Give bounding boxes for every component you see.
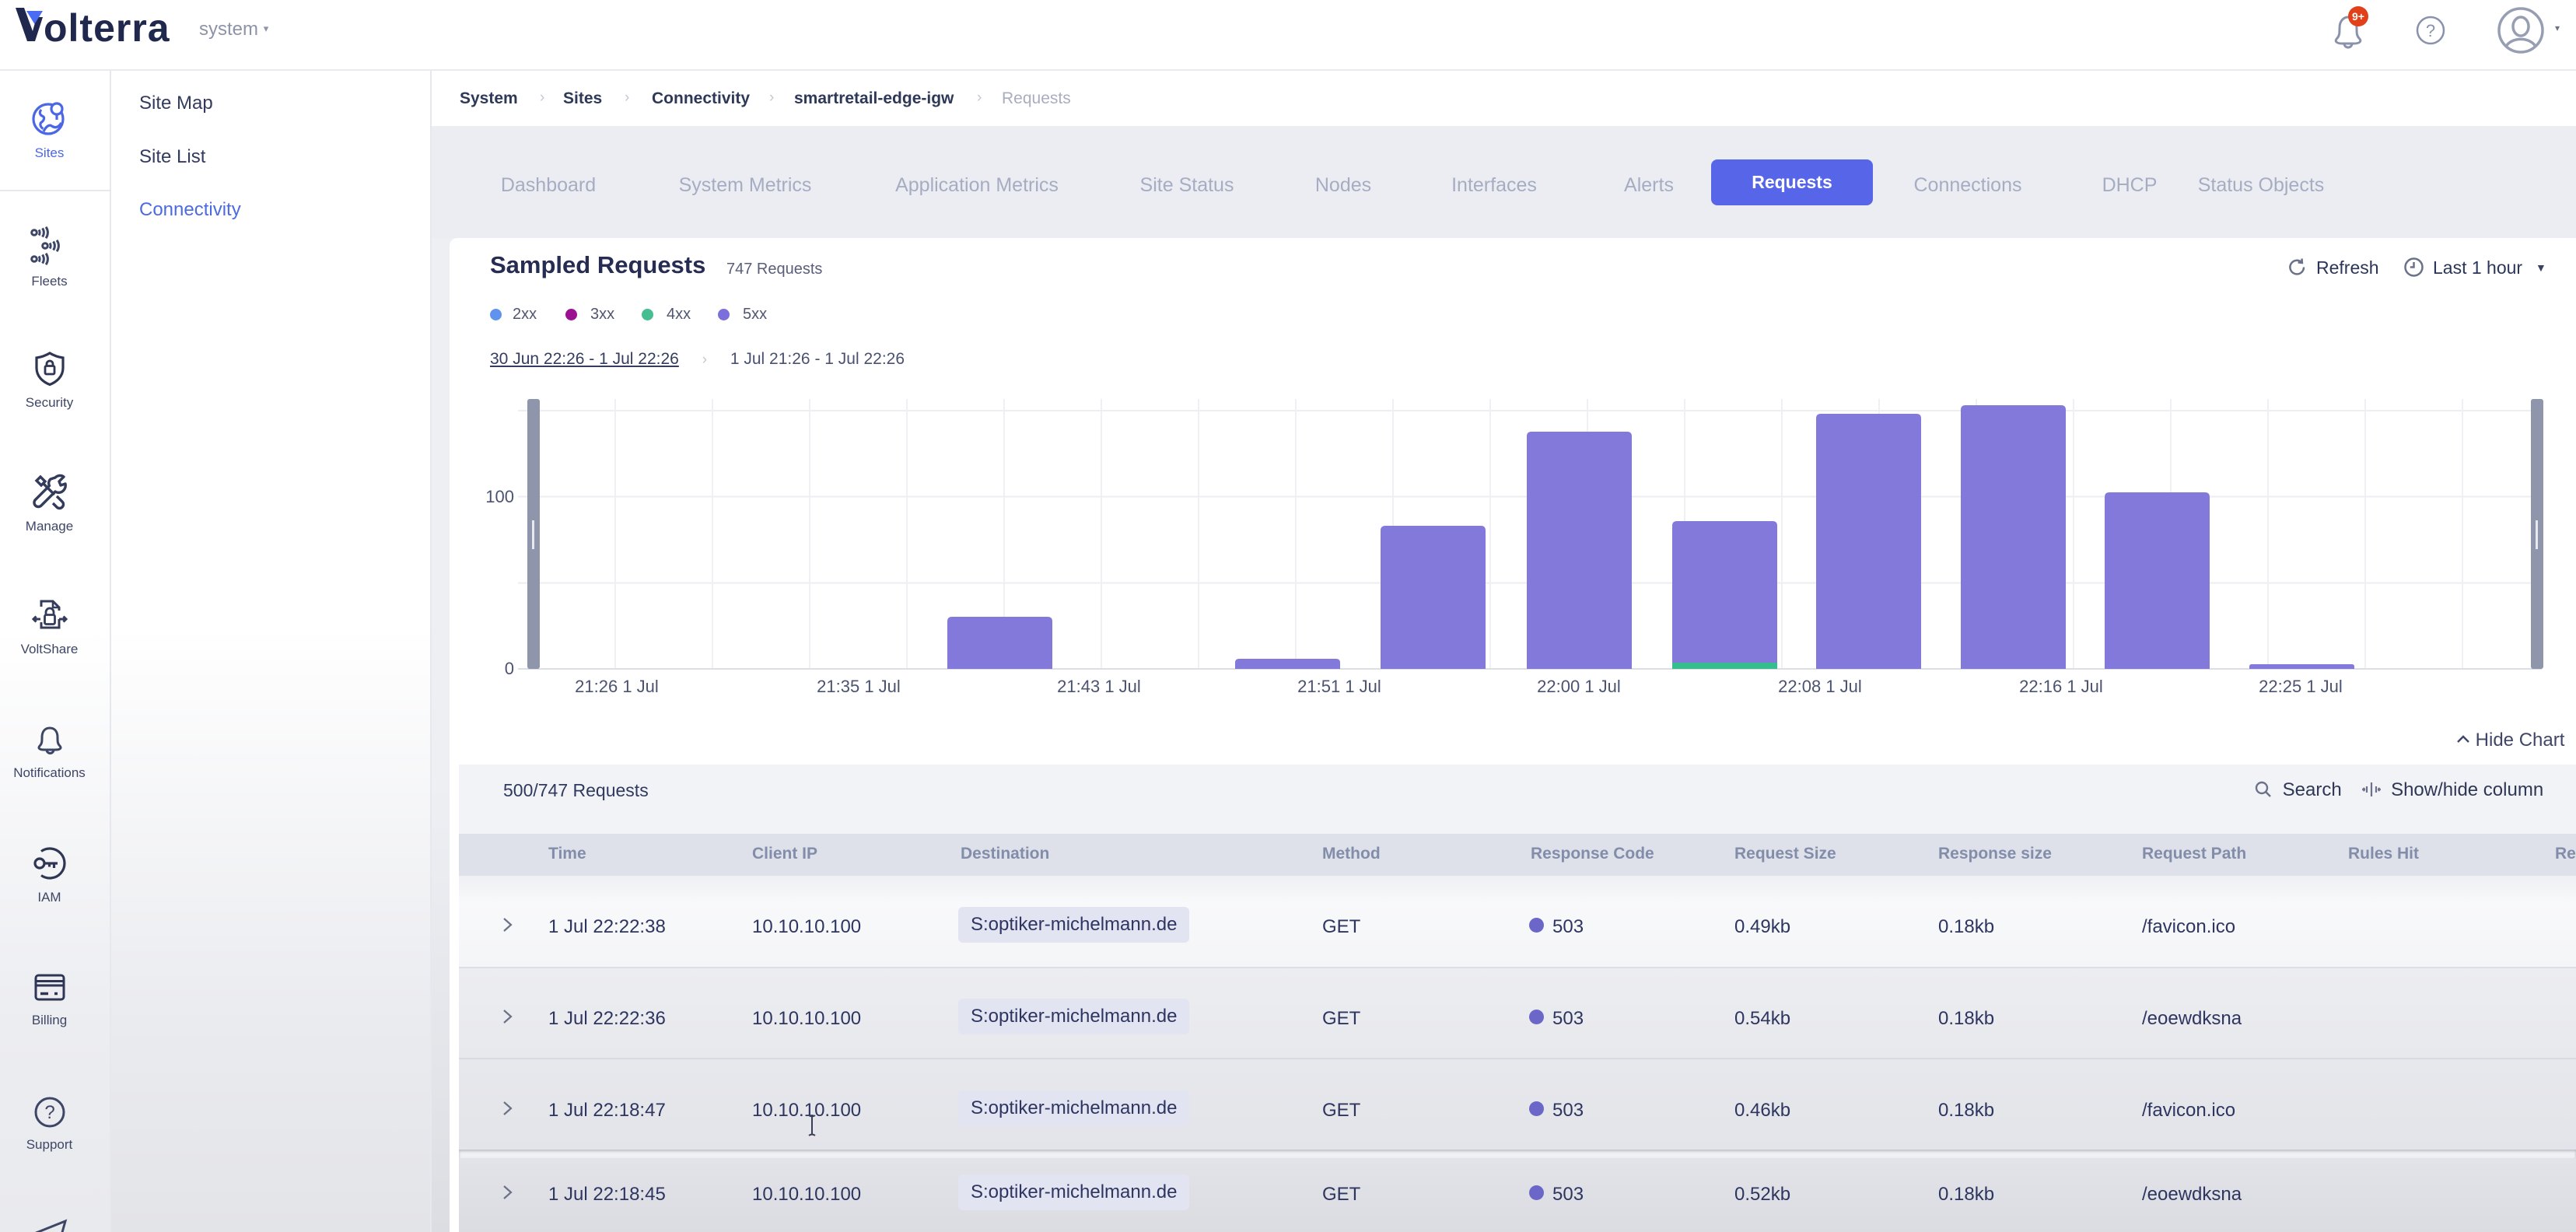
svg-text:0: 0 — [505, 659, 514, 678]
svg-text:22:08 1 Jul: 22:08 1 Jul — [1778, 677, 1862, 696]
svg-text:21:26 1 Jul: 21:26 1 Jul — [575, 677, 659, 696]
svg-text:21:35 1 Jul: 21:35 1 Jul — [817, 677, 901, 696]
svg-text:?: ? — [2426, 21, 2435, 40]
svg-text:21:43 1 Jul: 21:43 1 Jul — [1057, 677, 1141, 696]
svg-text:22:25 1 Jul: 22:25 1 Jul — [2259, 677, 2343, 696]
svg-text:21:51 1 Jul: 21:51 1 Jul — [1297, 677, 1381, 696]
svg-text:olterra: olterra — [44, 6, 170, 48]
svg-text:22:00 1 Jul: 22:00 1 Jul — [1537, 677, 1621, 696]
svg-text:100: 100 — [485, 487, 514, 506]
svg-text:?: ? — [44, 1102, 54, 1123]
svg-text:22:16 1 Jul: 22:16 1 Jul — [2019, 677, 2103, 696]
svg-text:9+: 9+ — [2352, 10, 2364, 23]
